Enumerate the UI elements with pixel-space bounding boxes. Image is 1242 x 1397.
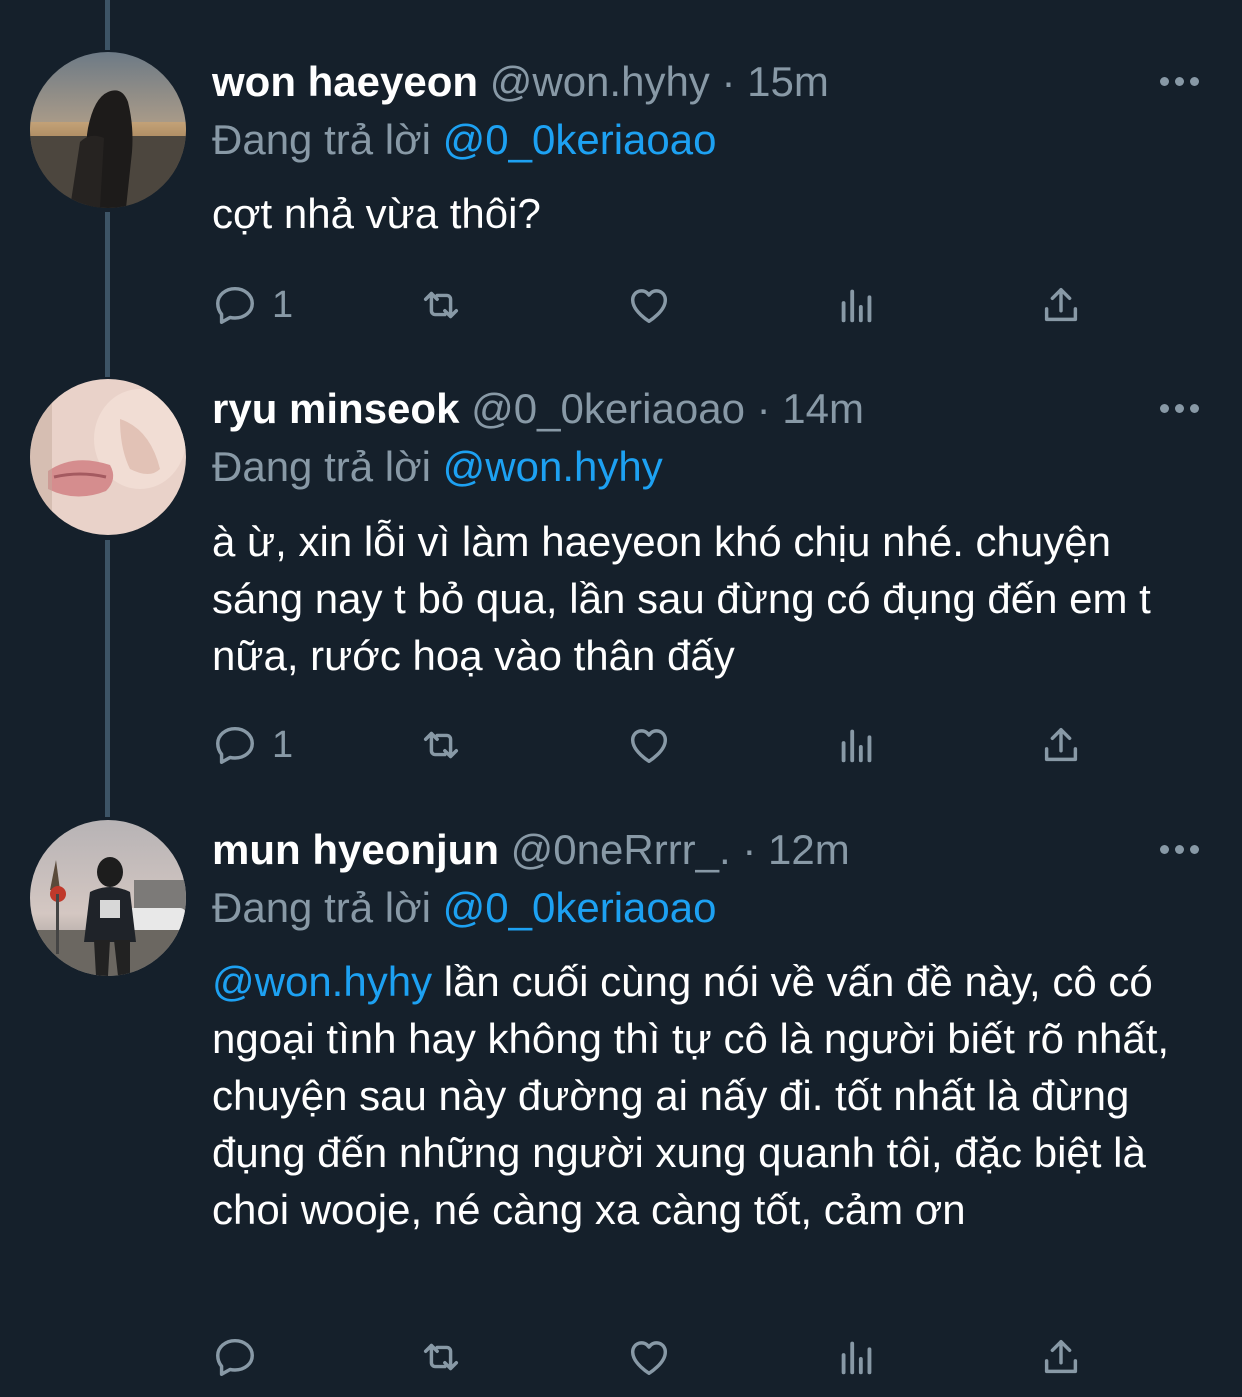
reply-icon xyxy=(216,726,254,764)
retweet-icon xyxy=(423,1343,459,1371)
user-handle[interactable]: @0neRrrr_. xyxy=(511,826,731,873)
user-handle[interactable]: @0_0keriaoao xyxy=(471,385,745,432)
display-name[interactable]: mun hyeonjun xyxy=(212,826,499,873)
avatar-street-photo-icon xyxy=(30,820,186,976)
replying-to: Đang trả lời @0_0keriaoao xyxy=(212,110,716,170)
timestamp[interactable]: 15m xyxy=(747,58,829,105)
reply-count: 1 xyxy=(272,283,294,326)
replying-to-mention[interactable]: @0_0keriaoao xyxy=(443,884,717,931)
display-name[interactable]: ryu minseok xyxy=(212,385,459,432)
action-bar xyxy=(212,1332,1112,1382)
like-icon xyxy=(630,1341,668,1376)
retweet-button[interactable] xyxy=(418,720,464,770)
body-mention[interactable]: @won.hyhy xyxy=(212,958,432,1005)
share-icon xyxy=(1044,1339,1078,1374)
tweet-text: cợt nhả vừa thôi? xyxy=(212,190,541,237)
tweet-body: à ừ, xin lỗi vì làm haeyeon khó chịu nhé… xyxy=(212,513,1212,684)
timestamp[interactable]: 14m xyxy=(782,385,864,432)
action-bar: 1 xyxy=(212,720,1112,770)
like-button[interactable] xyxy=(626,1332,672,1382)
retweet-button[interactable] xyxy=(418,1332,464,1382)
thread-line xyxy=(105,0,110,50)
analytics-icon xyxy=(841,289,872,323)
replying-label: Đang trả lời xyxy=(212,884,431,931)
analytics-button[interactable] xyxy=(834,720,880,770)
replying-to-mention[interactable]: @0_0keriaoao xyxy=(443,116,717,163)
like-icon xyxy=(630,289,668,324)
more-options-icon[interactable] xyxy=(1160,842,1200,856)
like-icon xyxy=(630,729,668,764)
replying-label: Đang trả lời xyxy=(212,443,431,490)
more-options-icon[interactable] xyxy=(1160,401,1200,415)
display-name[interactable]: won haeyeon xyxy=(212,58,478,105)
reply-icon xyxy=(216,286,254,324)
reply-button[interactable] xyxy=(212,1332,272,1382)
retweet-icon xyxy=(423,731,459,759)
avatar[interactable] xyxy=(30,52,186,208)
replying-label: Đang trả lời xyxy=(212,116,431,163)
separator: · xyxy=(756,385,771,432)
tweet-text: à ừ, xin lỗi vì làm haeyeon khó chịu nhé… xyxy=(212,518,1151,679)
reply-button[interactable]: 1 xyxy=(212,280,293,330)
user-handle[interactable]: @won.hyhy xyxy=(490,58,710,105)
like-button[interactable] xyxy=(626,720,672,770)
share-icon xyxy=(1044,287,1078,322)
avatar[interactable] xyxy=(30,379,186,535)
like-button[interactable] xyxy=(626,280,672,330)
analytics-button[interactable] xyxy=(834,1332,880,1382)
more-options-icon[interactable] xyxy=(1160,74,1200,88)
share-button[interactable] xyxy=(1038,720,1084,770)
tweet-body: @won.hyhy lần cuối cùng nói về vấn đề nà… xyxy=(212,953,1212,1238)
thread-line xyxy=(105,540,110,817)
avatar-sunset-photo-icon xyxy=(30,52,186,208)
reply-count: 1 xyxy=(272,723,294,766)
analytics-button[interactable] xyxy=(834,280,880,330)
tweet-body: cợt nhả vừa thôi? xyxy=(212,185,1212,242)
avatar[interactable] xyxy=(30,820,186,976)
retweet-button[interactable] xyxy=(418,280,464,330)
separator: · xyxy=(742,826,757,873)
analytics-icon xyxy=(841,1341,872,1375)
retweet-icon xyxy=(423,291,459,319)
action-bar: 1 xyxy=(212,280,1112,330)
timestamp[interactable]: 12m xyxy=(768,826,850,873)
replying-to: Đang trả lời @won.hyhy xyxy=(212,437,663,497)
replying-to: Đang trả lời @0_0keriaoao xyxy=(212,878,716,938)
avatar-face-closeup-icon xyxy=(30,379,186,535)
replying-to-mention[interactable]: @won.hyhy xyxy=(443,443,663,490)
share-icon xyxy=(1044,727,1078,762)
share-button[interactable] xyxy=(1038,280,1084,330)
share-button[interactable] xyxy=(1038,1332,1084,1382)
reply-button[interactable]: 1 xyxy=(212,720,293,770)
thread-line xyxy=(105,212,110,377)
reply-icon xyxy=(216,1338,254,1376)
analytics-icon xyxy=(841,729,872,763)
separator: · xyxy=(721,58,736,105)
